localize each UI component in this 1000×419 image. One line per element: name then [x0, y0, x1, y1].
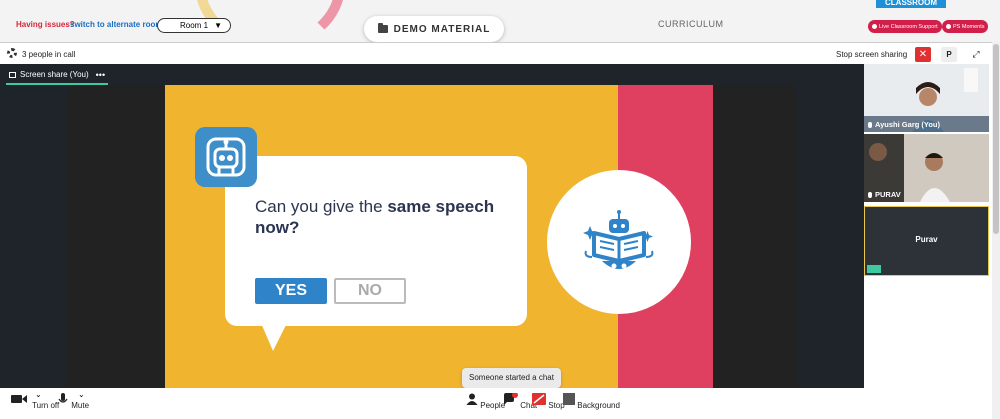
screen-share-label: Screen share (You): [20, 70, 89, 79]
mic-options-chevron-icon[interactable]: ⌄: [78, 390, 85, 399]
participant-tile[interactable]: PURAV: [864, 134, 989, 202]
stop-screen-sharing-label: Stop screen sharing: [836, 50, 908, 59]
pin-button[interactable]: P: [941, 47, 957, 62]
stop-share-icon: [532, 393, 546, 405]
screen-share-tab[interactable]: Screen share (You) •••: [6, 68, 109, 85]
chat-icon: [504, 392, 518, 405]
live-support-button[interactable]: Live Classroom Support: [868, 20, 942, 33]
camera-options-chevron-icon[interactable]: ⌄: [35, 390, 42, 399]
call-header: 3 people in call Stop screen sharing ✕ P…: [0, 42, 992, 64]
mute-label: Mute: [71, 401, 90, 410]
folder-icon: [377, 23, 388, 33]
ps-moments-button[interactable]: PS Moments: [942, 20, 989, 33]
speaking-indicator: [867, 265, 881, 273]
participant-name-row: PURAV: [868, 190, 901, 199]
camera-icon: [11, 395, 27, 403]
participant-tiles: Ayushi Garg (You) PURAV Purav: [864, 64, 992, 388]
no-button[interactable]: NO: [334, 278, 406, 304]
participant-name: Purav: [915, 235, 938, 244]
people-button[interactable]: People: [466, 393, 505, 410]
top-bar: Having issues? switch to alternate room …: [0, 0, 1000, 42]
speech-bubble-tail: [261, 323, 287, 351]
shared-slide: Can you give the same speech now? YES NO: [165, 85, 713, 388]
question-suffix: now?: [255, 218, 300, 237]
screen-share-stage: Screen share (You) ••• Can you give the …: [0, 64, 864, 388]
question-bold: same speech: [387, 197, 495, 216]
reading-robot-illustration: [547, 170, 691, 314]
speech-bubble: Can you give the same speech now? YES NO: [225, 156, 527, 326]
background-label: Background: [577, 401, 620, 410]
background-icon: [563, 393, 575, 405]
question-text: Can you give the same speech now?: [255, 196, 515, 238]
participant-name-row: Ayushi Garg (You): [868, 120, 940, 129]
switch-room-link[interactable]: switch to alternate room: [70, 20, 162, 29]
participant-name: Ayushi Garg (You): [875, 120, 941, 129]
more-options-icon[interactable]: •••: [96, 70, 105, 80]
stop-sharing-button[interactable]: ✕: [915, 47, 931, 62]
room-select[interactable]: Room 1 ▼: [157, 18, 231, 33]
ps-moments-label: PS Moments: [953, 23, 985, 30]
mic-muted-icon: [868, 191, 872, 198]
fullscreen-icon[interactable]: ⤢: [968, 47, 984, 62]
people-count: 3 people in call: [22, 50, 76, 59]
scrollbar[interactable]: [992, 42, 1000, 419]
person-icon: [466, 393, 478, 405]
caret-down-icon: ▼: [214, 21, 222, 30]
issues-text: Having issues?: [16, 20, 75, 29]
question-prefix: Can you give the: [255, 197, 388, 216]
turn-off-label: Turn off: [32, 401, 60, 410]
plus-icon: [946, 24, 951, 29]
chat-toast: Someone started a chat: [462, 368, 561, 388]
background-button[interactable]: Background: [563, 393, 620, 410]
demo-material-button[interactable]: DEMO MATERIAL: [364, 16, 504, 42]
monitor-icon: [9, 71, 16, 78]
mic-icon: [868, 121, 872, 128]
room-select-value: Room 1: [180, 21, 209, 30]
gear-icon[interactable]: [7, 48, 17, 58]
curriculum-tab[interactable]: CURRICULUM: [658, 19, 724, 29]
participant-tile-active[interactable]: Purav: [864, 206, 989, 276]
robot-icon: [195, 127, 257, 187]
plus-icon: [872, 24, 877, 29]
bottom-controls: Turn off ⌄ Mute ⌄ People Chat Stop Backg…: [0, 388, 1000, 419]
yes-button[interactable]: YES: [255, 278, 327, 304]
scrollbar-thumb[interactable]: [993, 44, 999, 234]
letterbox-right: [713, 85, 796, 388]
letterbox-left: [68, 85, 165, 388]
classroom-tab[interactable]: CLASSROOM: [876, 0, 946, 8]
stop-share-button[interactable]: Stop: [532, 393, 565, 410]
demo-material-label: DEMO MATERIAL: [393, 23, 491, 35]
live-support-label: Live Classroom Support: [879, 23, 938, 30]
participant-name: PURAV: [875, 190, 901, 199]
microphone-icon: [58, 393, 68, 403]
participant-tile[interactable]: Ayushi Garg (You): [864, 64, 989, 132]
